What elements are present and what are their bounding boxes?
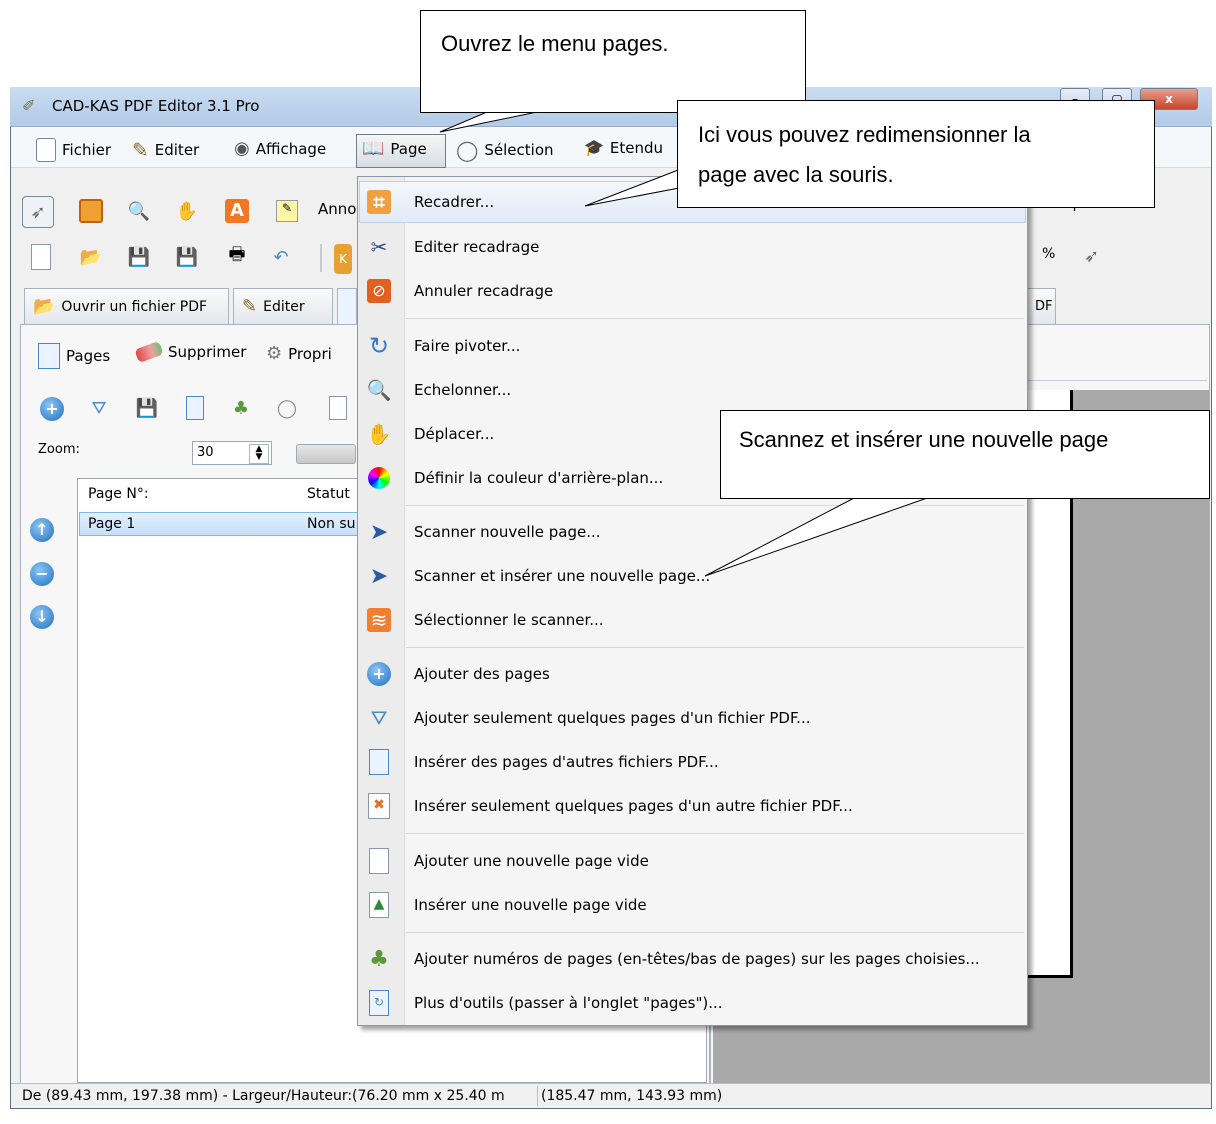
callout-scan-text: Scannez et insérer une nouvelle page [739, 427, 1109, 452]
callout-resize: Ici vous pouvez redimensionner la page a… [677, 100, 1155, 208]
callout-resize-line2: page avec la souris. [698, 162, 894, 187]
callout-open-menu: Ouvrez le menu pages. [420, 10, 806, 113]
callout-resize-line1: Ici vous pouvez redimensionner la [698, 122, 1031, 147]
callout-pointer-scan [704, 496, 931, 577]
callout-scan: Scannez et insérer une nouvelle page [720, 410, 1210, 499]
callout-pointer-menu [439, 111, 538, 133]
callout-open-menu-text: Ouvrez le menu pages. [441, 31, 669, 56]
